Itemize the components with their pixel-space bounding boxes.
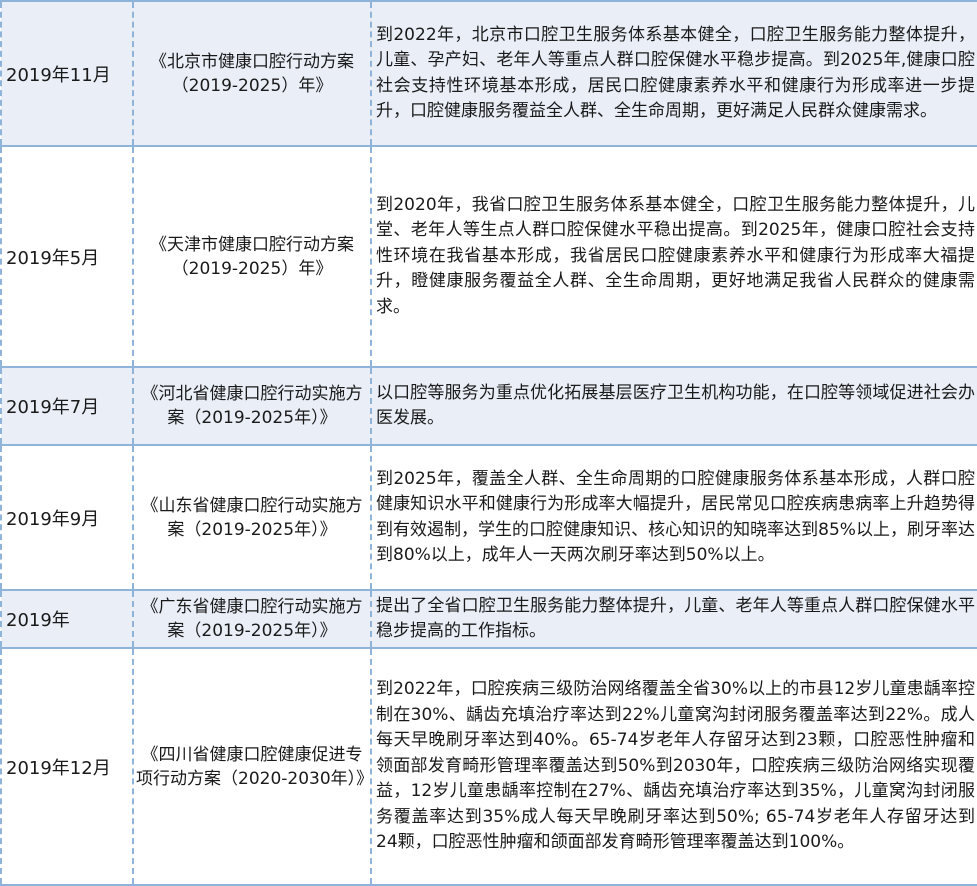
release-date-cell: 2019年: [0, 589, 134, 649]
table-row: 2019年5月 《天津市健康口腔行动方案（2019-2025）年》 到2020年…: [0, 145, 977, 368]
policy-name-cell: 《河北省健康口腔行动实施方案（2019-2025年）》: [132, 366, 372, 446]
table-row: 2019年11月 《北京市健康口腔行动方案（2019-2025）年》 到2022…: [0, 0, 977, 147]
table-row: 2019年7月 《河北省健康口腔行动实施方案（2019-2025年）》 以口腔等…: [0, 366, 977, 446]
table-row: 2019年12月 《四川省健康口腔健康促进专项行动方案（2020-2030年）》…: [0, 647, 977, 886]
policy-name-cell: 《四川省健康口腔健康促进专项行动方案（2020-2030年）》: [132, 647, 373, 886]
policy-name-cell: 《山东省健康口腔行动实施方案（2019-2025年）》: [132, 444, 372, 591]
policy-goal-cell: 到2022年，口腔疾病三级防治网络覆盖全省30%以上的市县12岁儿童患龋率控制在…: [370, 647, 977, 886]
policy-goal-cell: 到2022年，北京市口腔卫生服务体系基本健全，口腔卫生服务能力整体提升，儿童、孕…: [370, 0, 977, 147]
table-row: 2019年9月 《山东省健康口腔行动实施方案（2019-2025年）》 到202…: [0, 444, 977, 591]
release-date-cell: 2019年12月: [0, 647, 134, 886]
policy-goal-cell: 以口腔等服务为重点优化拓展基层医疗卫生机构功能，在口腔等领域促进社会办医发展。: [370, 366, 977, 446]
release-date-cell: 2019年5月: [0, 145, 134, 368]
policy-name-cell: 《天津市健康口腔行动方案（2019-2025）年》: [132, 145, 372, 368]
policy-goal-cell: 到2025年，覆盖全人群、全生命周期的口腔健康服务体系基本形成，人群口腔健康知识…: [370, 444, 977, 591]
policy-goal-cell: 提出了全省口腔卫生服务能力整体提升，儿童、老年人等重点人群口腔保健水平稳步提高的…: [370, 589, 977, 649]
policy-name-cell: 《广东省健康口腔行动实施方案（2019-2025年）》: [132, 589, 372, 649]
policy-table: 2019年11月 《北京市健康口腔行动方案（2019-2025）年》 到2022…: [0, 0, 977, 886]
table-row: 2019年 《广东省健康口腔行动实施方案（2019-2025年）》 提出了全省口…: [0, 589, 977, 649]
policy-name-cell: 《北京市健康口腔行动方案（2019-2025）年》: [132, 0, 372, 147]
release-date-cell: 2019年9月: [0, 444, 134, 591]
policy-goal-cell: 到2020年，我省口腔卫生服务体系基本健全，口腔卫生服务能力整体提升，儿堂、老年…: [370, 145, 977, 368]
release-date-cell: 2019年7月: [0, 366, 134, 446]
release-date-cell: 2019年11月: [0, 0, 134, 147]
